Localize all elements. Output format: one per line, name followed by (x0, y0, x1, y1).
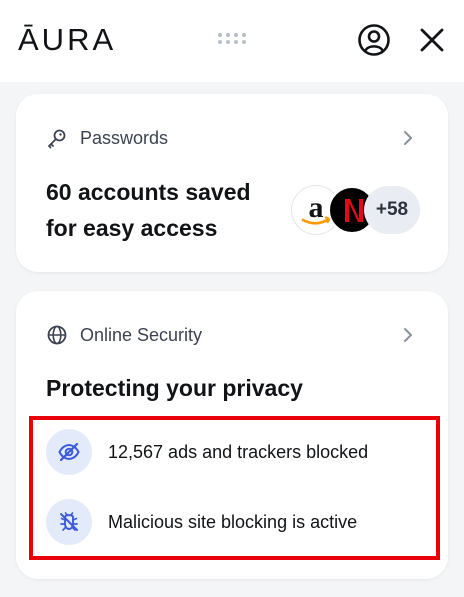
aura-extension-popup: ĀURA Passwords 60 accounts saved for eas… (0, 0, 464, 597)
aura-logo: ĀURA (18, 22, 117, 57)
trackers-blocked-row: 12,567 ads and trackers blocked (46, 428, 428, 476)
chevron-right-icon (404, 328, 412, 342)
security-card-header[interactable]: Online Security (46, 321, 418, 349)
passwords-card-header[interactable]: Passwords (46, 124, 418, 152)
user-circle-icon (358, 24, 390, 56)
shield-bug-icon (46, 499, 92, 545)
saved-accounts-avatars: a +58 (292, 186, 432, 234)
online-security-card[interactable]: Online Security Protecting your privacy … (16, 291, 448, 579)
header: ĀURA (0, 0, 464, 82)
globe-icon (46, 324, 68, 346)
account-button[interactable] (356, 22, 392, 58)
security-title: Online Security (80, 324, 203, 345)
malicious-blocking-text: Malicious site blocking is active (108, 511, 358, 532)
passwords-title: Passwords (80, 127, 169, 148)
security-heading: Protecting your privacy (46, 375, 303, 401)
key-icon (46, 127, 68, 149)
passwords-summary-line2: for easy access (46, 215, 218, 241)
close-button[interactable] (414, 22, 450, 58)
eye-slash-icon (46, 429, 92, 475)
trackers-blocked-text: 12,567 ads and trackers blocked (108, 441, 369, 462)
passwords-summary-line1: 60 accounts saved (46, 179, 251, 205)
svg-text:a: a (309, 191, 324, 224)
passwords-summary: 60 accounts saved for easy access (46, 174, 286, 246)
chevron-right-icon (404, 131, 412, 145)
passwords-card[interactable]: Passwords 60 accounts saved for easy acc… (16, 94, 448, 272)
grip-dots-icon[interactable] (218, 33, 246, 47)
close-icon (420, 28, 444, 52)
malicious-blocking-row: Malicious site blocking is active (46, 498, 428, 546)
more-accounts-count: +58 (364, 186, 420, 234)
